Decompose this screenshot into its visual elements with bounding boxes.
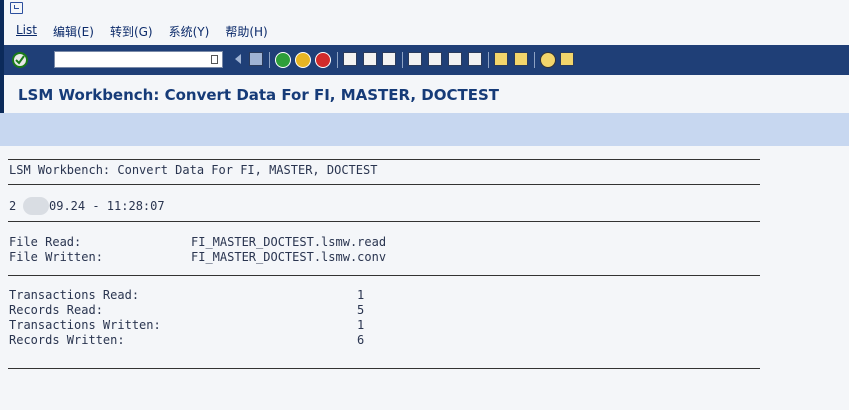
menu-edit[interactable]: 编辑(E) — [53, 23, 94, 40]
help-icon[interactable] — [540, 52, 556, 68]
shortcut-icon[interactable] — [514, 52, 528, 66]
report-list: LSM Workbench: Convert Data For FI, MAST… — [0, 146, 849, 410]
application-toolbar — [0, 113, 849, 146]
exit-icon[interactable] — [295, 52, 311, 68]
stat-label: Transactions Read: — [9, 288, 140, 302]
file-written-value: FI_MASTER_DOCTEST.lsmw.conv — [191, 250, 387, 264]
divider — [8, 368, 760, 369]
back-arrow-icon[interactable] — [235, 54, 241, 64]
toolbar-separator — [488, 52, 489, 68]
find-next-icon[interactable] — [382, 52, 396, 66]
menu-help[interactable]: 帮助(H) — [225, 23, 267, 40]
first-page-icon[interactable] — [408, 52, 422, 66]
save-icon[interactable] — [249, 52, 263, 66]
menu-system[interactable]: 系统(Y) — [169, 23, 210, 40]
divider — [8, 184, 760, 185]
stat-label: Transactions Written: — [9, 318, 161, 332]
report-date-prefix: 2 — [9, 199, 17, 213]
stat-label: Records Written: — [9, 333, 125, 347]
stat-value: 5 — [357, 303, 365, 317]
stat-label: Records Read: — [9, 303, 103, 317]
toolbar-separator — [402, 52, 403, 68]
back-icon[interactable] — [275, 52, 291, 68]
create-session-icon[interactable] — [494, 52, 508, 66]
toolbar-separator — [269, 52, 270, 68]
title-bar: LSM Workbench: Convert Data For FI, MAST… — [0, 75, 849, 113]
last-page-icon[interactable] — [468, 52, 482, 66]
file-read-label: File Read: — [9, 235, 82, 249]
previous-page-icon[interactable] — [428, 52, 442, 66]
toolbar-separator — [337, 52, 338, 68]
print-icon[interactable] — [343, 52, 357, 66]
layout-icon[interactable] — [560, 52, 574, 66]
input-history-icon[interactable] — [211, 55, 218, 64]
stat-value: 1 — [357, 288, 365, 302]
menu-bar: List 编辑(E) 转到(G) 系统(Y) 帮助(H) — [0, 0, 849, 45]
command-field[interactable] — [54, 51, 223, 68]
toolbar-separator — [534, 52, 535, 68]
redacted-area — [23, 197, 49, 215]
report-datetime: 09.24 - 11:28:07 — [49, 199, 165, 213]
menu-goto[interactable]: 转到(G) — [110, 23, 153, 40]
divider — [8, 221, 760, 222]
stat-value: 1 — [357, 318, 365, 332]
system-menu-icon[interactable] — [10, 2, 23, 14]
report-header: LSM Workbench: Convert Data For FI, MAST… — [9, 163, 378, 177]
stat-value: 6 — [357, 333, 365, 347]
next-page-icon[interactable] — [448, 52, 462, 66]
standard-toolbar — [0, 45, 849, 75]
menu-list[interactable]: List — [16, 23, 37, 40]
divider — [8, 159, 760, 160]
divider — [8, 275, 760, 276]
cancel-icon[interactable] — [315, 52, 331, 68]
menu: List 编辑(E) 转到(G) 系统(Y) 帮助(H) — [16, 23, 268, 40]
find-icon[interactable] — [363, 52, 377, 66]
page-title: LSM Workbench: Convert Data For FI, MAST… — [18, 86, 500, 104]
enter-icon[interactable] — [12, 52, 28, 68]
file-written-label: File Written: — [9, 250, 103, 264]
file-read-value: FI_MASTER_DOCTEST.lsmw.read — [191, 235, 387, 249]
